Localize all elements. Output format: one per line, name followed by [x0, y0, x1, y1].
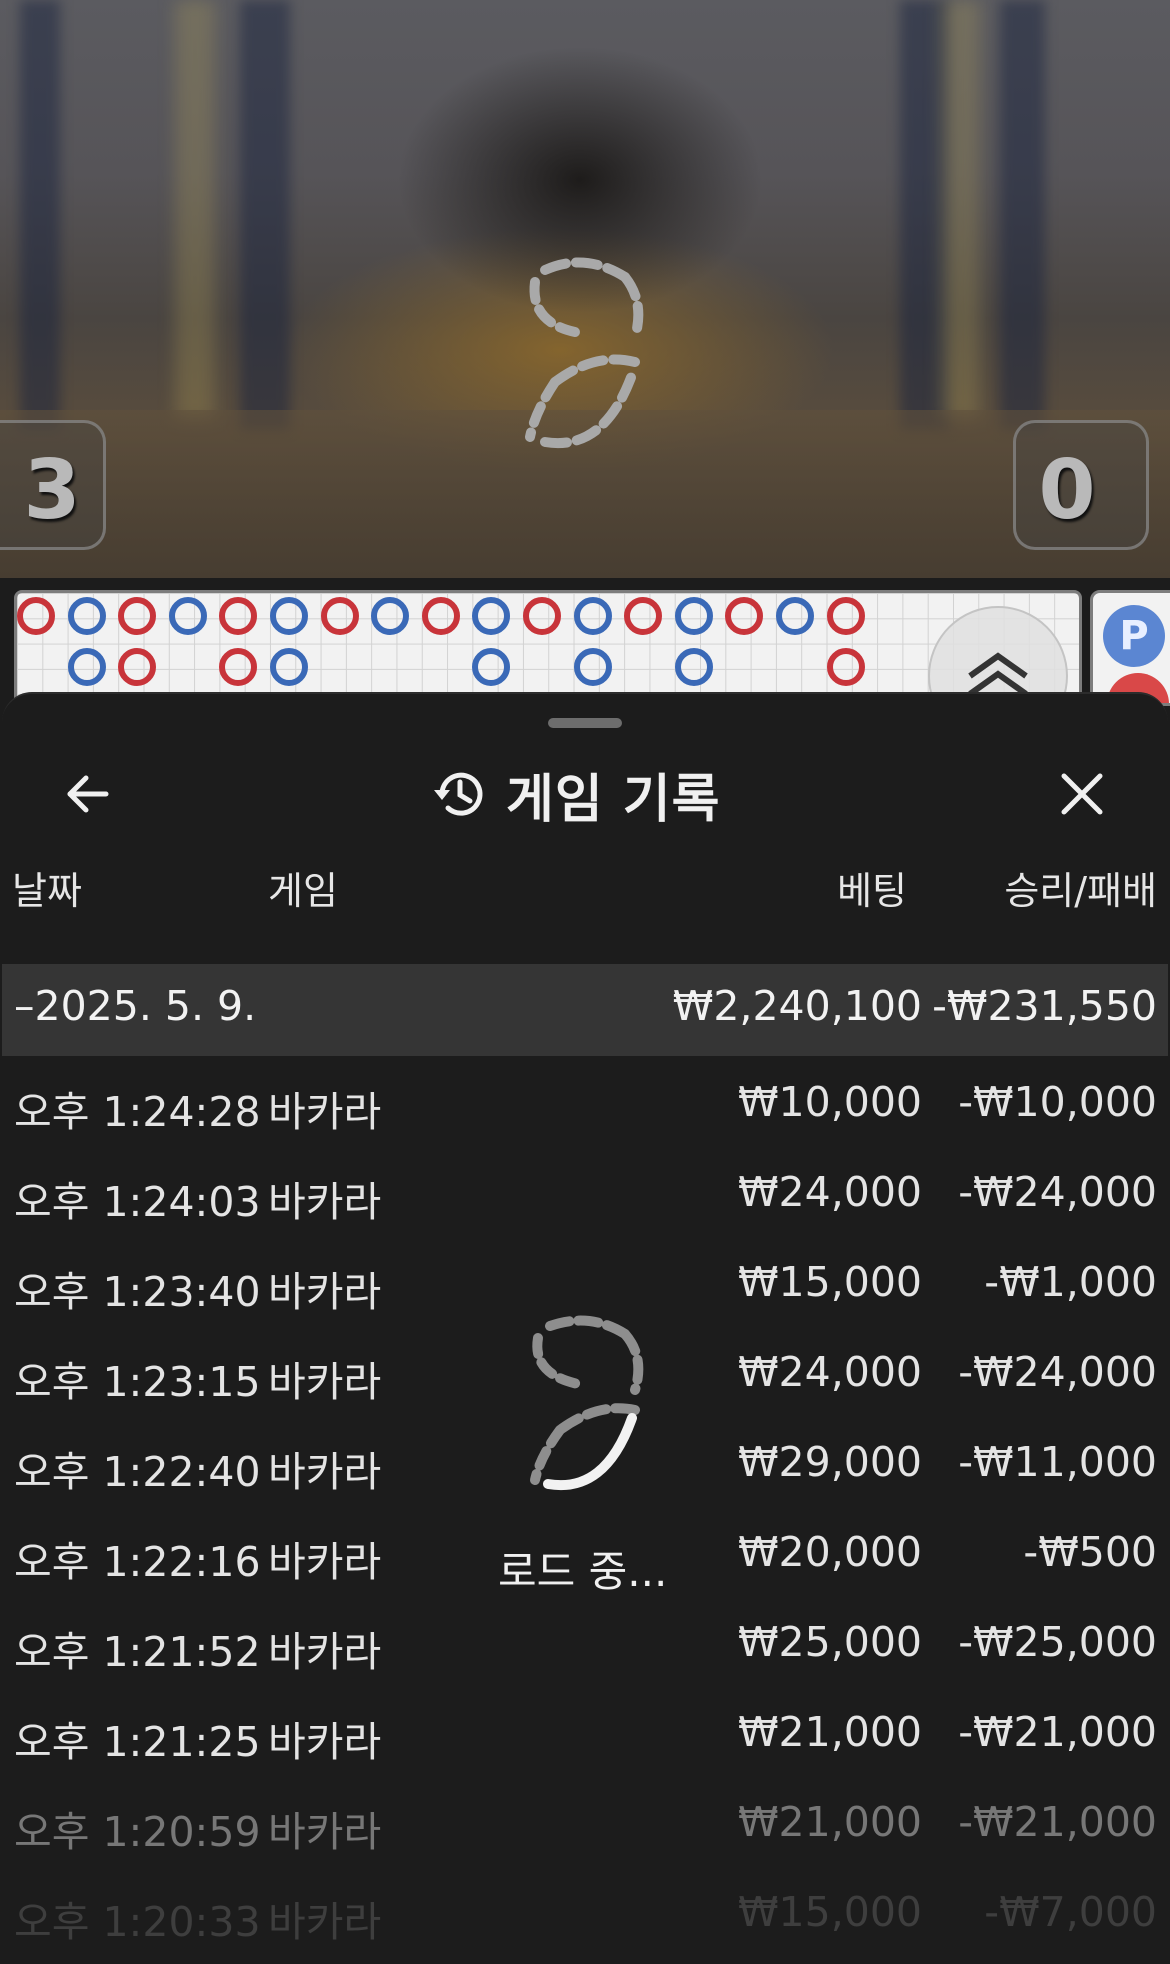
banker-bead [523, 597, 561, 635]
banker-bead [219, 648, 258, 686]
row-game: 바카라 [268, 1448, 382, 1496]
row-bet: ₩21,000 [738, 1708, 922, 1756]
player-bead [168, 597, 207, 635]
back-button[interactable] [60, 766, 116, 822]
loading-spinner-icon [525, 257, 644, 449]
row-bet: ₩25,000 [738, 1618, 922, 1666]
row-time: 오후 1:23:40 [14, 1268, 261, 1316]
close-icon [1061, 773, 1103, 815]
column-header-bet: 베팅 [837, 869, 907, 913]
row-game: 바카라 [268, 1898, 382, 1946]
row-time: 오후 1:21:25 [14, 1718, 261, 1766]
row-result: -₩7,000 [984, 1888, 1157, 1936]
row-game: 바카라 [268, 1358, 382, 1406]
column-header-game: 게임 [268, 869, 338, 913]
row-time: 오후 1:22:16 [14, 1538, 261, 1586]
row-game: 바카라 [268, 1718, 382, 1766]
row-bet: ₩24,000 [738, 1168, 922, 1216]
row-time: 오후 1:20:59 [14, 1808, 261, 1856]
history-row[interactable]: 오후 1:24:28 바카라 ₩10,000 -₩10,000 [2, 1056, 1168, 1146]
row-bet: ₩15,000 [738, 1888, 922, 1936]
row-time: 오후 1:24:03 [14, 1178, 261, 1226]
history-row[interactable]: 오후 1:21:52 바카라 ₩25,000 -₩25,000 [2, 1596, 1168, 1686]
banker-bead [421, 597, 460, 635]
player-score: 0 [1013, 420, 1149, 550]
row-time: 오후 1:24:28 [14, 1088, 261, 1136]
column-header-date: 날짜 [12, 869, 82, 913]
summary-date: –2025. 5. 9. [14, 982, 257, 1030]
banker-bead [17, 597, 55, 635]
banker-bead [826, 648, 865, 686]
loading-spinner-icon [530, 1315, 644, 1491]
sheet-title: 게임 기록 [430, 758, 720, 830]
player-prediction-button[interactable]: P [1103, 605, 1165, 667]
player-bead [67, 648, 106, 686]
row-result: -₩25,000 [958, 1618, 1157, 1666]
player-bead [674, 648, 713, 686]
history-row[interactable]: 오후 1:20:33 바카라 ₩15,000 -₩7,000 [2, 1866, 1168, 1956]
sheet-drag-handle[interactable] [548, 718, 622, 728]
row-result: -₩11,000 [958, 1438, 1157, 1486]
banker-bead [219, 597, 258, 635]
row-result: -₩24,000 [958, 1168, 1157, 1216]
row-bet: ₩29,000 [738, 1438, 922, 1486]
row-bet: ₩10,000 [738, 1078, 922, 1126]
loading-text: 로드 중... [498, 1547, 668, 1596]
sheet-title-text: 게임 기록 [506, 769, 721, 830]
row-result: -₩21,000 [958, 1708, 1157, 1756]
banker-score: 3 [0, 420, 106, 550]
player-bead [573, 648, 612, 686]
summary-result: -₩231,550 [932, 982, 1157, 1030]
banker-bead [118, 648, 157, 686]
row-result: -₩21,000 [958, 1798, 1157, 1846]
banker-bead [826, 597, 865, 635]
row-game: 바카라 [268, 1088, 382, 1136]
player-bead [776, 597, 814, 635]
row-game: 바카라 [268, 1808, 382, 1856]
player-bead [270, 597, 308, 635]
row-time: 오후 1:22:40 [14, 1448, 261, 1496]
bead-roadmap[interactable] [14, 590, 1082, 706]
row-bet: ₩15,000 [738, 1258, 922, 1306]
player-bead [67, 597, 106, 635]
banker-bead [118, 597, 157, 635]
arrow-left-icon [67, 775, 109, 813]
row-bet: ₩24,000 [738, 1348, 922, 1396]
column-header-result: 승리/패배 [1004, 869, 1157, 913]
banker-bead [320, 597, 359, 635]
date-summary-row[interactable]: –2025. 5. 9. ₩2,240,100 -₩231,550 [2, 964, 1168, 1056]
history-row[interactable]: 오후 1:21:25 바카라 ₩21,000 -₩21,000 [2, 1686, 1168, 1776]
row-game: 바카라 [268, 1628, 382, 1676]
close-button[interactable] [1054, 766, 1110, 822]
player-bead [472, 648, 511, 686]
history-row[interactable]: 오후 1:20:59 바카라 ₩21,000 -₩21,000 [2, 1776, 1168, 1866]
player-bead [472, 597, 511, 635]
row-game: 바카라 [268, 1538, 382, 1586]
banker-bead [624, 597, 663, 635]
row-bet: ₩21,000 [738, 1798, 922, 1846]
bet-side-panel: P [1090, 590, 1170, 706]
banker-bead [725, 597, 764, 635]
live-video: 3 0 [0, 0, 1170, 578]
player-bead [270, 648, 308, 686]
row-game: 바카라 [268, 1178, 382, 1226]
row-time: 오후 1:21:52 [14, 1628, 261, 1676]
history-icon [434, 772, 483, 816]
row-time: 오후 1:23:15 [14, 1358, 261, 1406]
history-row[interactable]: 오후 1:24:03 바카라 ₩24,000 -₩24,000 [2, 1146, 1168, 1236]
player-bead [674, 597, 713, 635]
player-bead [371, 597, 410, 635]
player-bead [573, 597, 612, 635]
summary-bet: ₩2,240,100 [672, 982, 922, 1030]
row-game: 바카라 [268, 1268, 382, 1316]
row-result: -₩24,000 [958, 1348, 1157, 1396]
row-result: -₩500 [1023, 1528, 1157, 1576]
row-result: -₩1,000 [984, 1258, 1157, 1306]
row-result: -₩10,000 [958, 1078, 1157, 1126]
row-time: 오후 1:20:33 [14, 1898, 261, 1946]
